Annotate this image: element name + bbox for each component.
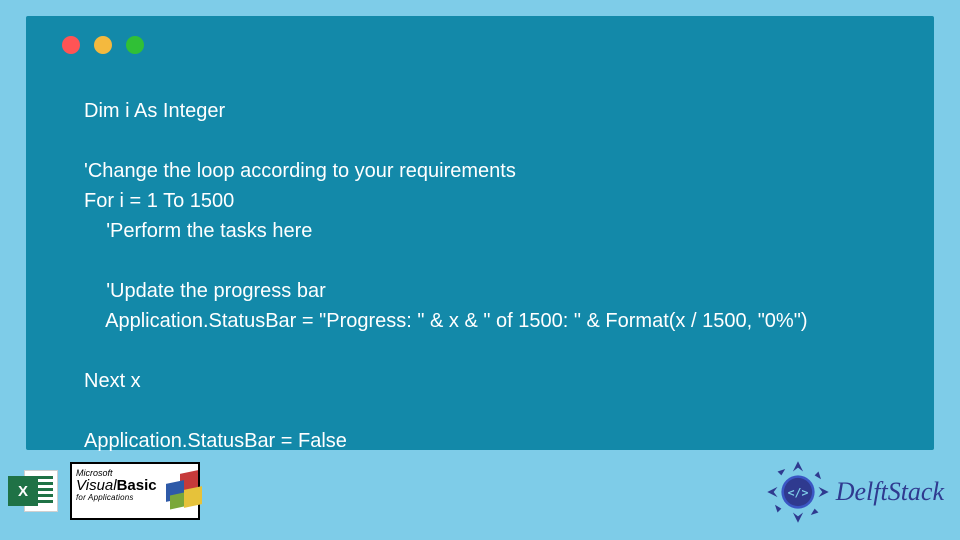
maximize-icon[interactable] — [126, 36, 144, 54]
close-icon[interactable] — [62, 36, 80, 54]
code-line: Application.StatusBar = "Progress: " & x… — [84, 310, 807, 332]
brand: </> DelftStack — [766, 460, 944, 524]
code-line: Application.StatusBar = False — [84, 430, 347, 452]
code-line: 'Update the progress bar — [84, 280, 326, 302]
code-line: Dim i As Integer — [84, 100, 225, 122]
code-line: 'Change the loop according to your requi… — [84, 160, 516, 182]
code-block: Dim i As Integer 'Change the loop accord… — [84, 96, 914, 456]
vb-basic-label: Basic — [117, 477, 157, 494]
code-line: Next x — [84, 370, 141, 392]
code-window: Dim i As Integer 'Change the loop accord… — [26, 16, 934, 450]
svg-text:</>: </> — [787, 485, 808, 499]
brand-name: DelftStack — [836, 477, 944, 507]
excel-icon: X — [8, 466, 58, 516]
visual-basic-badge: Microsoft VisualBasic for Applications — [70, 462, 200, 520]
vb-cubes-icon — [160, 470, 206, 508]
excel-letter: X — [18, 483, 28, 500]
code-line: For i = 1 To 1500 — [84, 190, 234, 212]
window-controls — [62, 36, 144, 54]
code-line: 'Perform the tasks here — [84, 220, 312, 242]
brand-logo-icon: </> — [766, 460, 830, 524]
vb-visual-label: Visual — [76, 477, 117, 494]
minimize-icon[interactable] — [94, 36, 112, 54]
